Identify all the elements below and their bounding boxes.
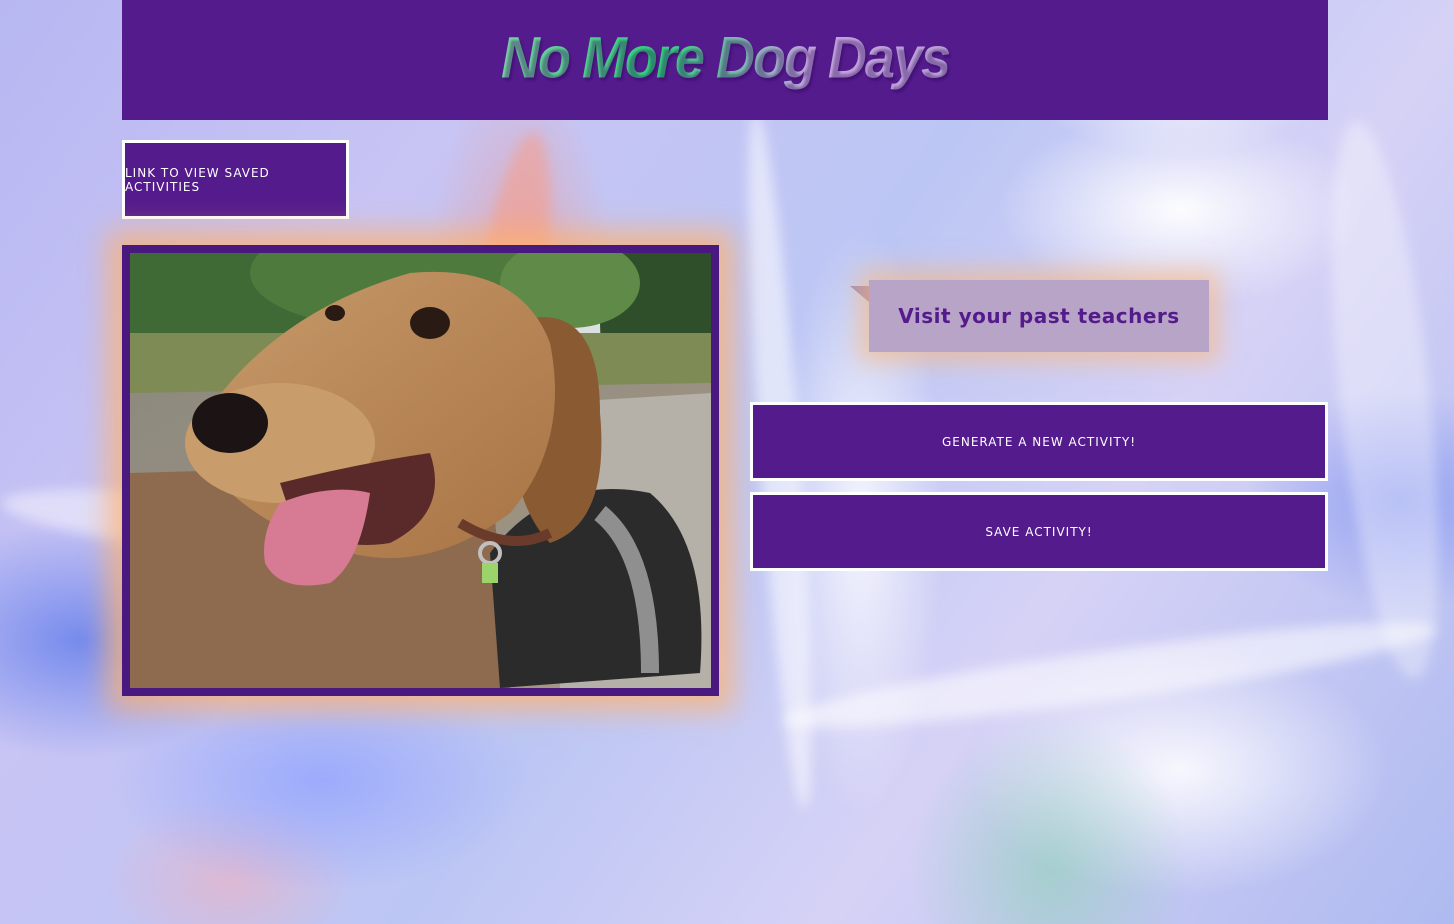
save-activity-label: Save activity! xyxy=(985,524,1093,539)
view-saved-activities-link[interactable]: Link to view saved activities xyxy=(122,140,349,219)
activity-suggestion-bubble: Visit your past teachers xyxy=(869,280,1209,352)
generate-activity-button[interactable]: Generate a new activity! xyxy=(750,402,1328,481)
dog-photo-frame xyxy=(122,245,719,696)
save-activity-button[interactable]: Save activity! xyxy=(750,492,1328,571)
activity-suggestion-text: Visit your past teachers xyxy=(898,304,1180,328)
view-saved-activities-label: Link to view saved activities xyxy=(125,165,270,194)
speech-bubble-tail xyxy=(850,286,869,302)
site-title: No More Dog Days xyxy=(500,25,951,91)
background-light-streak xyxy=(779,604,1441,746)
site-header: No More Dog Days xyxy=(122,0,1328,120)
generate-activity-label: Generate a new activity! xyxy=(941,434,1137,449)
dog-photo xyxy=(130,253,711,688)
background-light-streak xyxy=(1310,116,1454,684)
